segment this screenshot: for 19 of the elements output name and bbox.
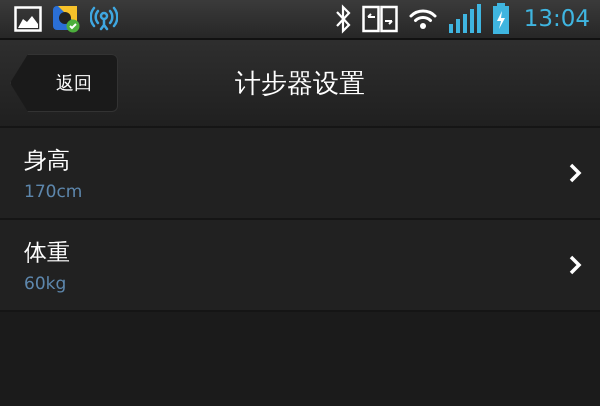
setting-label: 体重: [24, 238, 71, 268]
app-icon: [52, 5, 80, 33]
page-title: 计步器设置: [235, 68, 365, 100]
battery-charging-icon: [492, 3, 510, 35]
image-icon: [14, 6, 42, 32]
chevron-right-icon: [568, 162, 582, 184]
hotspot-icon: [90, 6, 118, 32]
back-button[interactable]: 返回: [10, 54, 118, 112]
setting-label: 身高: [24, 146, 71, 176]
clock: 13:04: [524, 6, 590, 32]
setting-value: 60kg: [24, 274, 68, 294]
chevron-right-icon: [568, 254, 582, 276]
settings-row[interactable]: 身高 170cm: [0, 128, 600, 220]
settings-row[interactable]: 体重 60kg: [0, 220, 600, 312]
signal-icon: [448, 4, 482, 34]
data-transfer-icon: [362, 5, 398, 33]
wifi-icon: [408, 7, 438, 31]
setting-value: 170cm: [24, 182, 84, 202]
bluetooth-icon: [334, 4, 352, 34]
